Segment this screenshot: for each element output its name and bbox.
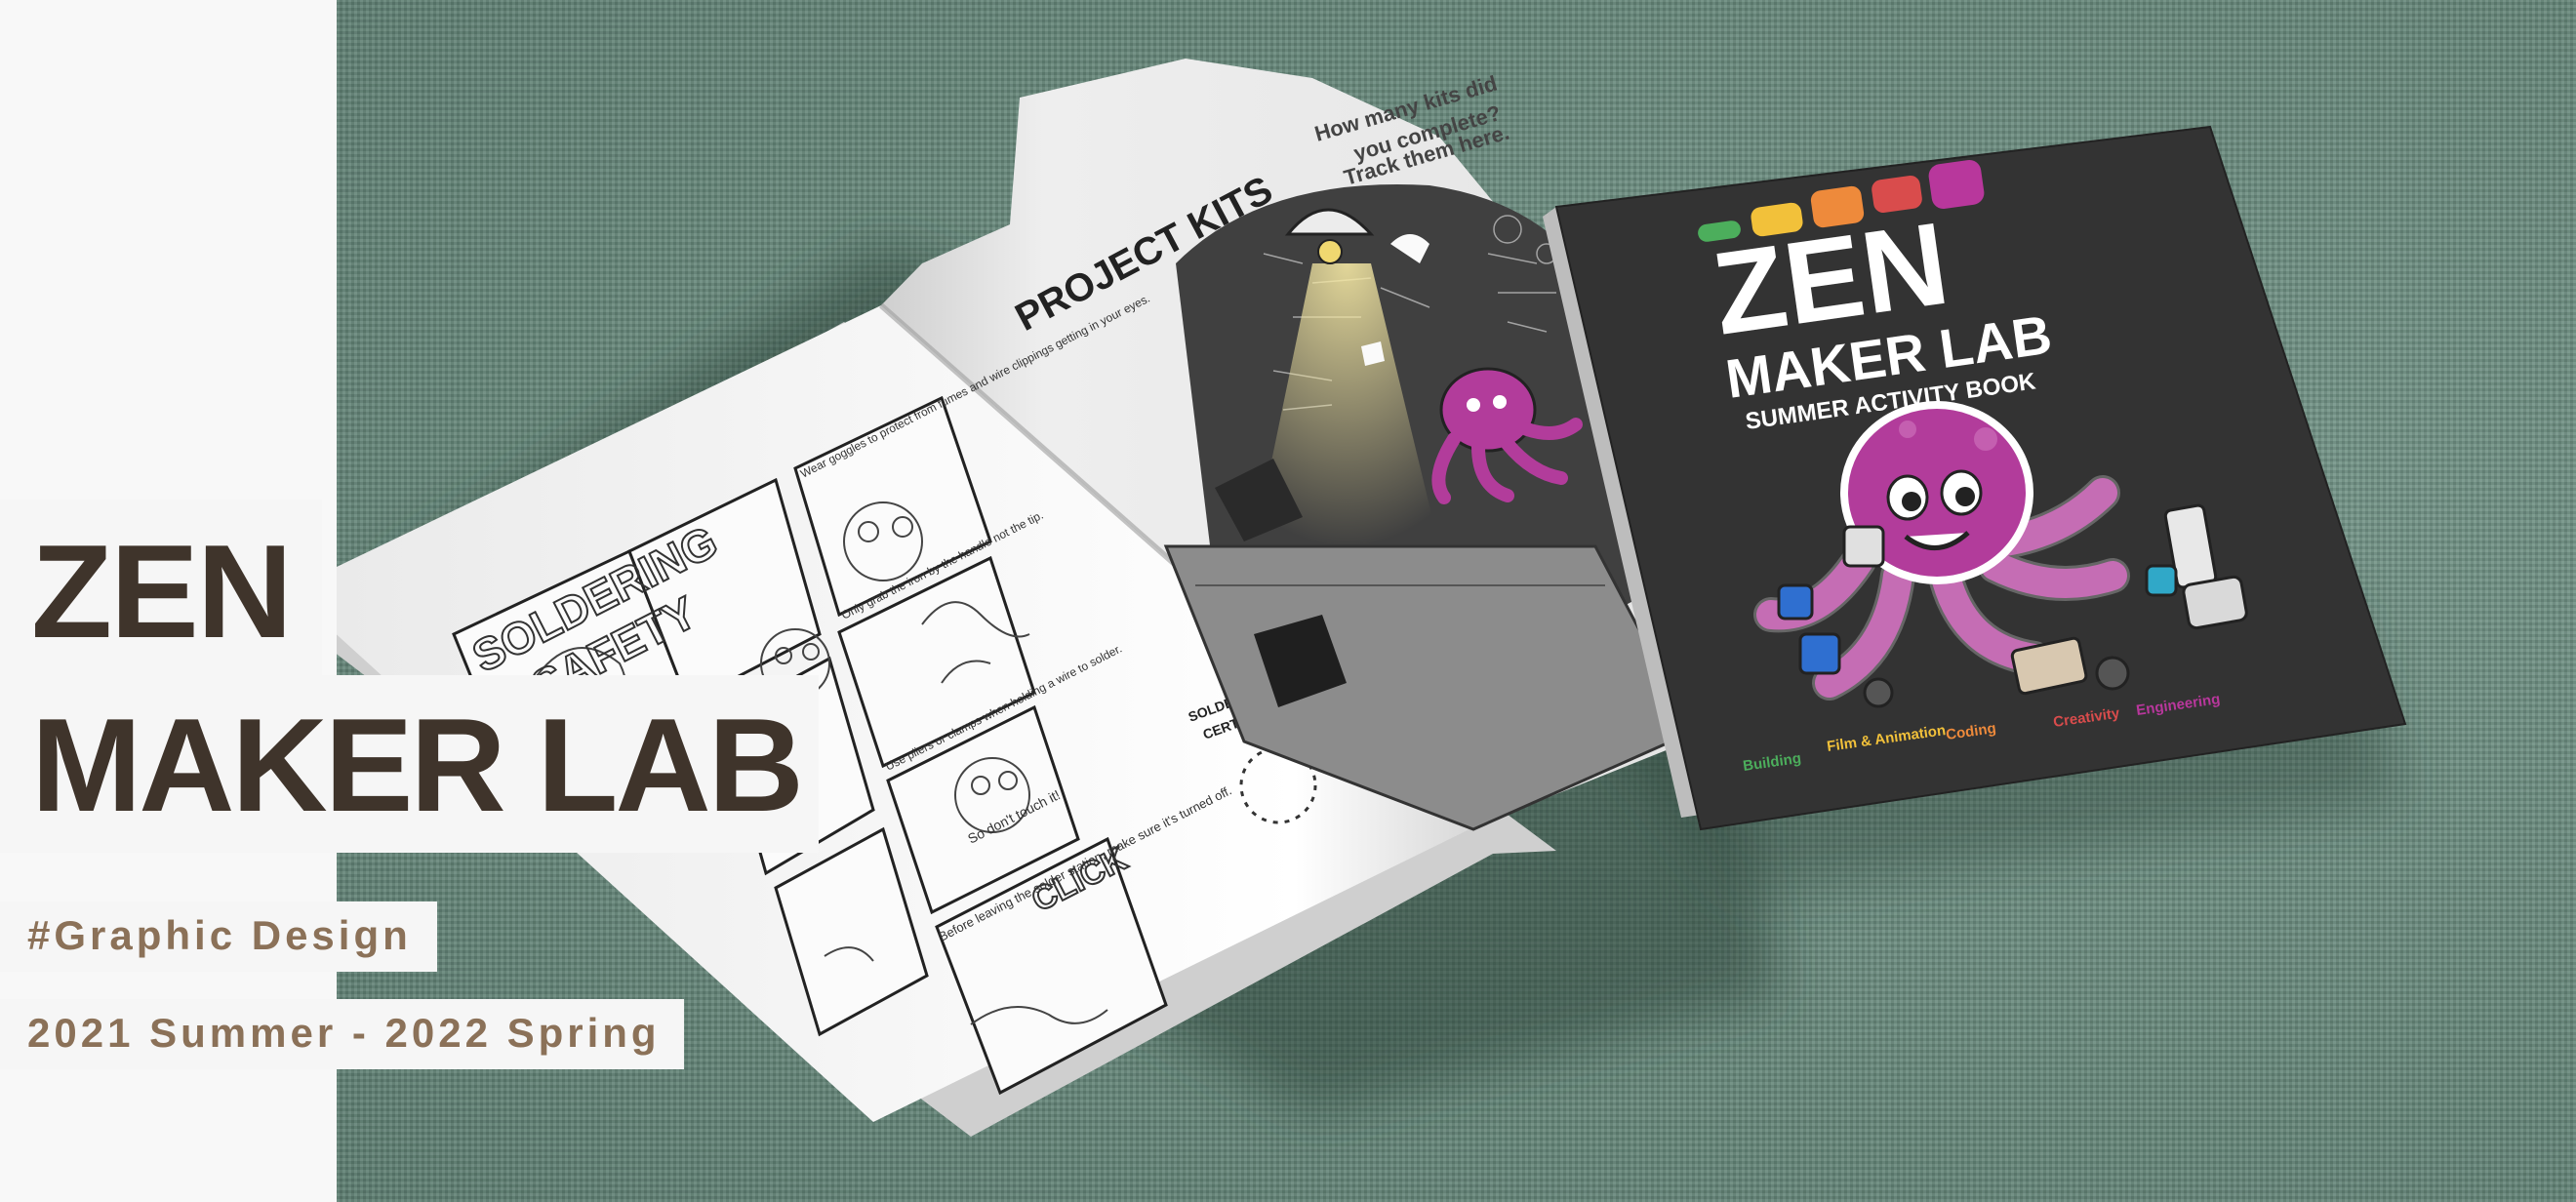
category-tag: #Graphic Design — [0, 902, 437, 972]
project-title-line1: ZEN — [0, 500, 322, 683]
project-title-line2: MAKER LAB — [0, 675, 819, 853]
cover-book: ZEN MAKER LAB SUMMER ACTIVITY BOOK Build… — [1543, 125, 2407, 831]
project-period: 2021 Summer - 2022 Spring — [0, 999, 684, 1069]
